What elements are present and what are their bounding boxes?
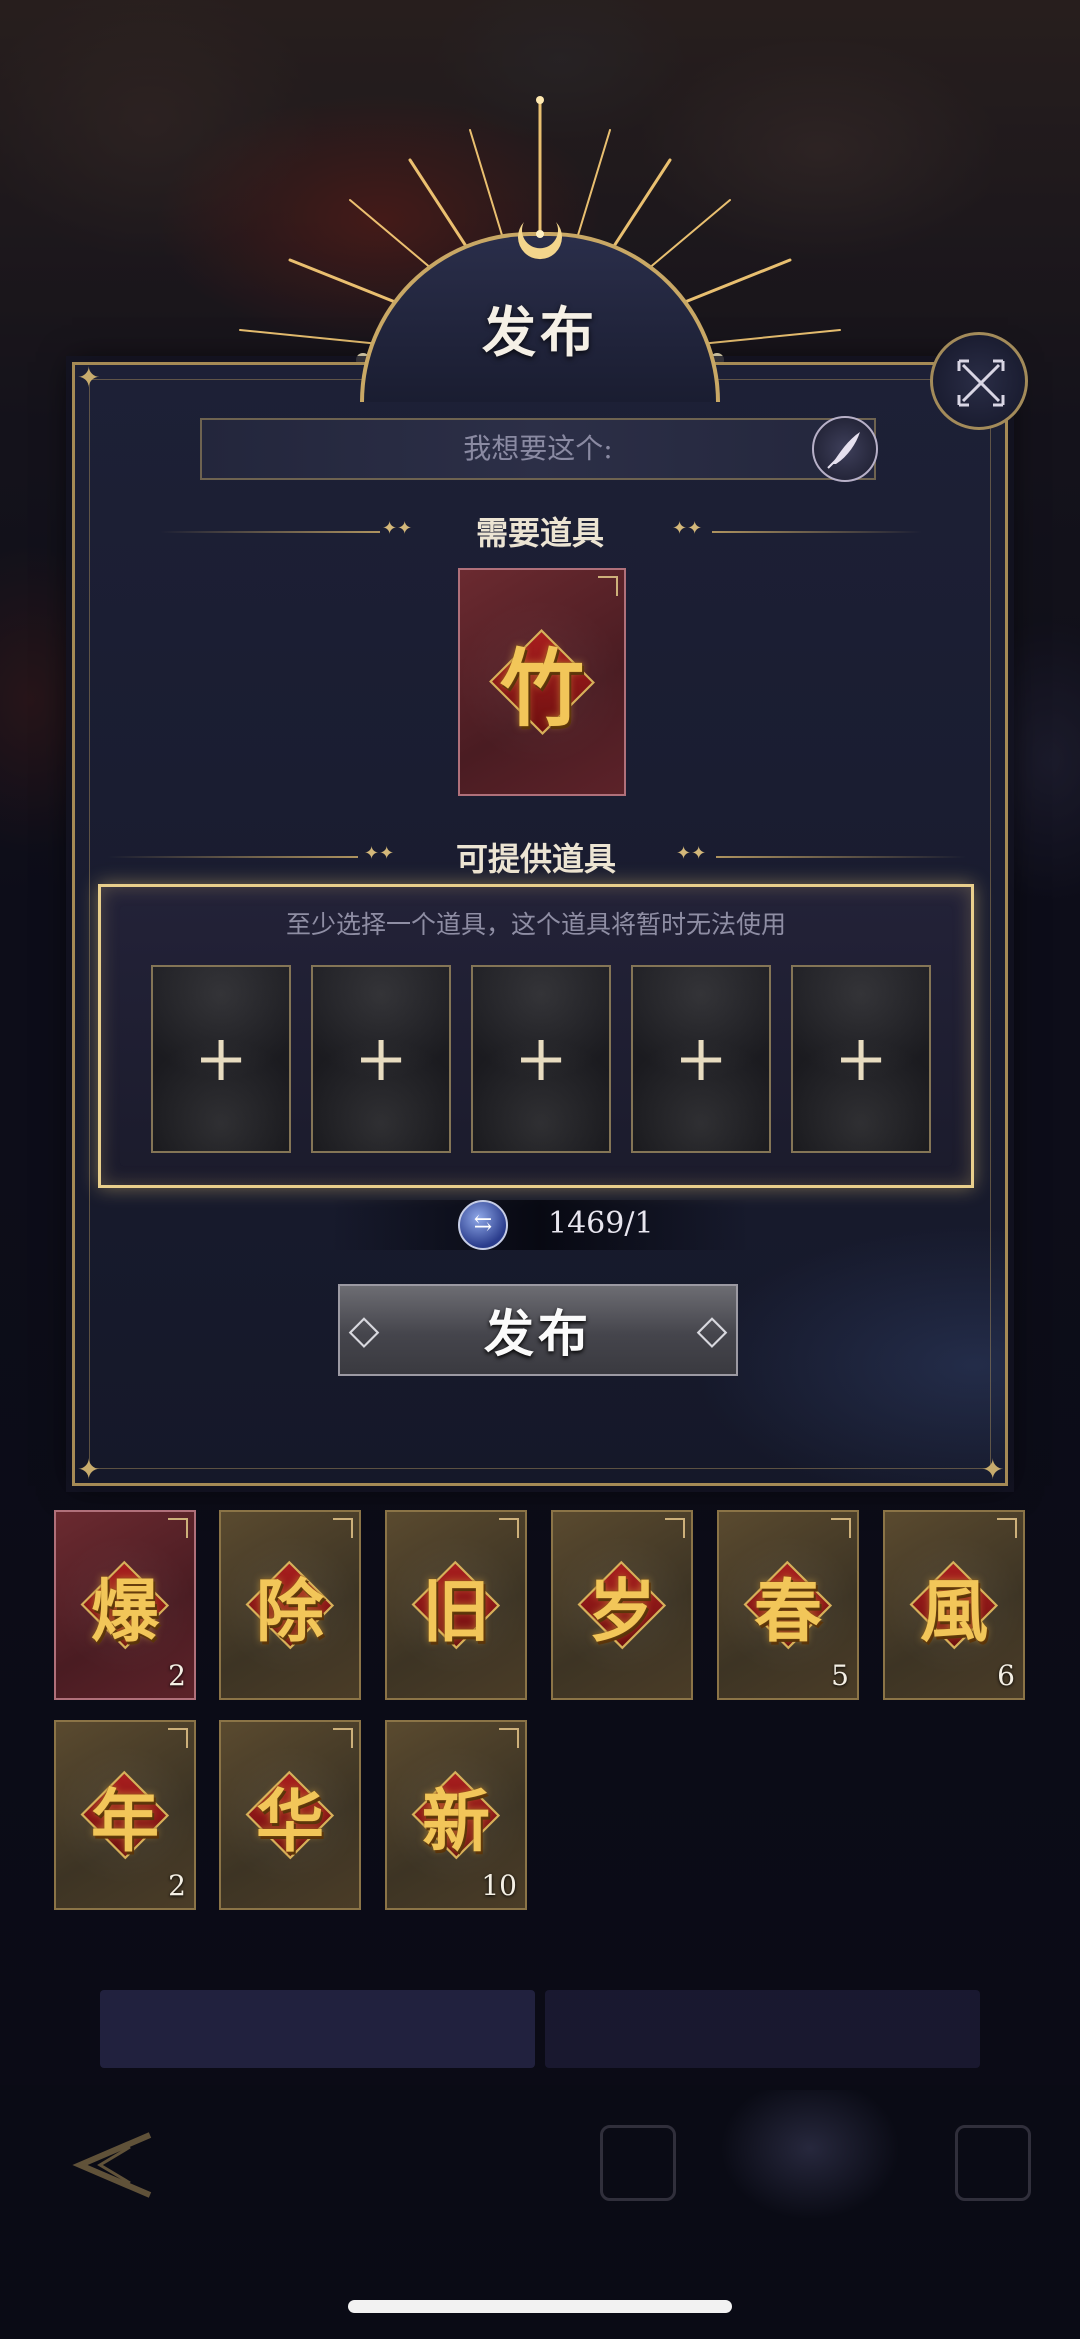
publish-button[interactable]: ◇ ◇ 发布 (338, 1284, 738, 1376)
offer-slot[interactable]: + (791, 965, 931, 1153)
inventory-card[interactable]: 岁 (551, 1510, 693, 1700)
inventory-card-count: 2 (168, 1869, 186, 1902)
exchange-coin-icon: ⇆ (458, 1200, 508, 1250)
back-arrow-icon (72, 2132, 152, 2198)
offer-slot[interactable]: + (311, 965, 451, 1153)
add-icon: + (834, 1022, 888, 1096)
inventory-card[interactable]: 华 (219, 1720, 361, 1910)
background-button-right (545, 1990, 980, 2068)
bottom-nav-bar (0, 2085, 1080, 2235)
publish-button-label: 发布 (484, 1304, 592, 1363)
offer-slot[interactable]: + (471, 965, 611, 1153)
section-divider (716, 856, 966, 858)
add-icon: + (354, 1022, 408, 1096)
wish-input[interactable]: 我想要这个: (200, 418, 876, 480)
close-icon (957, 359, 1005, 407)
corner-ornament-icon: ✦ (77, 1453, 101, 1486)
diamond-ornament-icon: ✦✦ (672, 518, 703, 539)
inventory-card[interactable]: 年 2 (54, 1720, 196, 1910)
required-item-card[interactable]: 竹 (458, 568, 626, 796)
inventory-card-char: 旧 (421, 1571, 490, 1652)
inventory-card[interactable]: 春 5 (717, 1510, 859, 1700)
inventory-card[interactable]: 爆 2 (54, 1510, 196, 1700)
nav-center-emblem (720, 2090, 900, 2220)
background-button-left (100, 1990, 535, 2068)
offer-slot[interactable]: + (151, 965, 291, 1153)
add-icon: + (194, 1022, 248, 1096)
required-item-char: 竹 (499, 638, 584, 738)
offer-panel: 至少选择一个道具，这个道具将暂时无法使用 + + + + + (98, 884, 974, 1188)
section-divider (108, 856, 358, 858)
section-divider (712, 531, 922, 533)
quill-edit-button[interactable] (812, 416, 878, 482)
currency-count: 1469/1 (548, 1206, 654, 1241)
diamond-ornament-icon: ✦✦ (676, 843, 707, 864)
game-screen: { "dialog": { "title": "发布", "wish_place… (0, 0, 1080, 2339)
nav-icon (600, 2125, 676, 2201)
crescent-moon-icon (518, 222, 562, 260)
quill-icon (827, 432, 860, 469)
currency-bar (330, 1200, 750, 1250)
nav-icon (955, 2125, 1031, 2201)
dialog-title: 发布 (482, 300, 598, 364)
close-button[interactable] (930, 332, 1028, 430)
home-indicator[interactable] (348, 2300, 732, 2313)
inventory-card-char: 岁 (587, 1571, 656, 1652)
corner-ornament-icon: ✦ (77, 361, 101, 394)
inventory-card-char: 华 (255, 1781, 324, 1862)
inventory-card-count: 6 (997, 1659, 1015, 1692)
inventory-card-count: 5 (831, 1659, 849, 1692)
offer-slot[interactable]: + (631, 965, 771, 1153)
inventory-card[interactable]: 除 (219, 1510, 361, 1700)
add-icon: + (674, 1022, 728, 1096)
inventory-card-count: 2 (168, 1659, 186, 1692)
corner-ornament-icon: ✦ (981, 1453, 1005, 1486)
inventory-card-char: 除 (255, 1571, 324, 1652)
offer-hint: 至少选择一个道具，这个道具将暂时无法使用 (285, 910, 786, 939)
inventory-card[interactable]: 新 10 (385, 1720, 527, 1910)
inventory-card[interactable]: 風 6 (883, 1510, 1025, 1700)
inventory-card-count: 10 (481, 1869, 517, 1902)
add-icon: + (514, 1022, 568, 1096)
inventory-card[interactable]: 旧 (385, 1510, 527, 1700)
